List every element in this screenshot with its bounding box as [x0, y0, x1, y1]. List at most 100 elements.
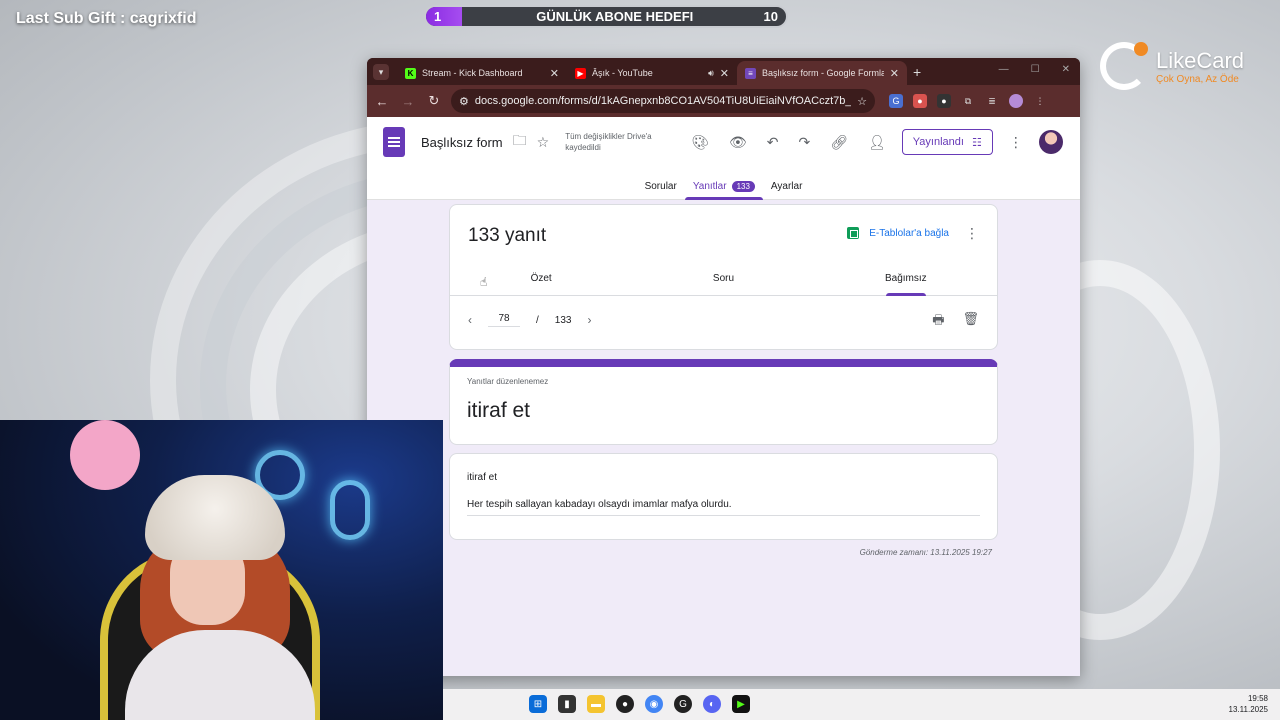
- extension-icon[interactable]: ●: [937, 94, 951, 108]
- close-icon[interactable]: ✕: [890, 67, 899, 80]
- sponsor-name: LikeCard: [1156, 47, 1245, 73]
- address-bar[interactable]: ⚙ docs.google.com/forms/d/1kAGnepxnb8CO1…: [451, 89, 875, 113]
- undo-icon[interactable]: ↶: [767, 134, 779, 151]
- sponsor-logo: LikeCard Çok Oyna, Az Öde: [1100, 42, 1244, 90]
- answer-text: Her tespih sallayan kabadayı olsaydı ima…: [467, 499, 980, 516]
- chrome-icon[interactable]: ◉: [645, 695, 663, 713]
- tab-settings[interactable]: Ayarlar: [763, 181, 811, 200]
- delete-icon[interactable]: 🗑︎: [962, 311, 979, 333]
- terminal-icon[interactable]: ▮: [558, 695, 576, 713]
- question-answer-card: itiraf et Her tespih sallayan kabadayı o…: [449, 453, 998, 540]
- star-icon[interactable]: ☆: [537, 134, 550, 151]
- tab-question[interactable]: Soru: [632, 267, 814, 295]
- bookmark-star-icon[interactable]: ☆: [857, 95, 867, 108]
- responses-count: 133 yanıt: [468, 225, 547, 246]
- pager-total: 133: [554, 314, 572, 326]
- publish-label: Yayınlandı: [912, 136, 964, 148]
- tab-responses[interactable]: Yanıtlar 133: [684, 181, 764, 200]
- forms-tabs: Sorular Yanıtlar 133 Ayarlar: [367, 167, 1080, 200]
- more-vert-icon[interactable]: ⋮: [965, 225, 979, 242]
- window-controls: — ☐ ✕: [999, 64, 1070, 75]
- user-avatar[interactable]: [1038, 130, 1063, 154]
- new-tab-icon[interactable]: +: [913, 64, 921, 80]
- github-icon[interactable]: G: [674, 695, 692, 713]
- tab-summary[interactable]: Özet: [450, 267, 632, 295]
- file-explorer-icon[interactable]: ▬: [587, 695, 605, 713]
- last-sub-gift-overlay: Last Sub Gift : cagrixfid: [16, 10, 197, 27]
- published-button[interactable]: Yayınlandı ☷: [901, 129, 993, 155]
- tab-title: Âşık - YouTube: [592, 68, 653, 78]
- redo-icon[interactable]: ↷: [798, 134, 810, 151]
- site-info-icon[interactable]: ⚙: [459, 95, 469, 108]
- forms-icon: ≡: [745, 67, 756, 79]
- likecard-icon: [1100, 42, 1148, 90]
- start-menu-icon[interactable]: ⊞: [529, 695, 547, 713]
- tab-search-icon[interactable]: ▾: [373, 64, 389, 80]
- sub-goal-bar: 1 GÜNLÜK ABONE HEDEFI 10: [424, 5, 788, 28]
- palette-icon[interactable]: 🎨︎: [691, 134, 709, 151]
- print-icon[interactable]: 🖶: [932, 311, 944, 333]
- forms-header: Başlıksız form 🗀 ☆ Tüm değişiklikler Dri…: [367, 117, 1080, 200]
- clock-time: 19:58: [1247, 694, 1268, 703]
- close-window-icon[interactable]: ✕: [1062, 64, 1070, 75]
- kick-icon: K: [405, 67, 416, 79]
- sub-goal-current: 1: [434, 9, 442, 24]
- translate-extension-icon[interactable]: G: [889, 94, 903, 108]
- tab-google-forms[interactable]: ≡ Başlıksız form - Google Formlar ✕: [737, 61, 907, 85]
- discord-icon[interactable]: ◐: [703, 695, 721, 713]
- profile-avatar[interactable]: [1009, 94, 1023, 108]
- response-view-tabs: Özet Soru Bağımsız: [450, 267, 997, 296]
- close-icon[interactable]: ✕: [720, 67, 729, 80]
- pager-separator: /: [536, 314, 539, 326]
- forward-arrow-icon[interactable]: →: [399, 94, 417, 109]
- extensions-bar: G ● ● ⧉ ≣ ⋮: [889, 94, 1047, 108]
- tab-questions[interactable]: Sorular: [637, 181, 685, 200]
- more-vert-icon[interactable]: ⋮: [1033, 94, 1047, 108]
- speaker-icon[interactable]: 🔊︎: [708, 68, 714, 79]
- tab-individual[interactable]: Bağımsız: [815, 267, 997, 295]
- forms-logo-icon[interactable]: [383, 127, 405, 157]
- back-arrow-icon[interactable]: ←: [373, 94, 391, 109]
- maximize-icon[interactable]: ☐: [1031, 64, 1040, 75]
- tab-title: Stream - Kick Dashboard: [422, 68, 523, 78]
- responses-summary-card: 133 yanıt E-Tablolar'a bağla ⋮ Özet Soru…: [449, 204, 998, 350]
- more-vert-icon[interactable]: ⋮: [1009, 134, 1023, 151]
- media-control-icon[interactable]: ≣: [985, 94, 999, 108]
- tab-title: Başlıksız form - Google Formlar: [762, 68, 884, 78]
- webcam-overlay: [0, 420, 443, 720]
- reload-icon[interactable]: ↻: [425, 93, 443, 109]
- sponsor-tagline: Çok Oyna, Az Öde: [1156, 73, 1239, 85]
- puzzle-icon[interactable]: ⧉: [961, 94, 975, 108]
- extension-icon[interactable]: ●: [913, 94, 927, 108]
- add-collaborator-icon[interactable]: 👤︎: [868, 134, 886, 151]
- link-to-sheets-button[interactable]: E-Tablolar'a bağla: [847, 227, 949, 239]
- app-icon[interactable]: ▶: [732, 695, 750, 713]
- forms-body: 133 yanıt E-Tablolar'a bağla ⋮ Özet Soru…: [367, 200, 1080, 676]
- browser-toolbar: ← → ↻ ⚙ docs.google.com/forms/d/1kAGnepx…: [367, 85, 1080, 117]
- form-title[interactable]: Başlıksız form: [421, 135, 503, 150]
- read-only-notice: Yanıtlar düzenlenemez: [467, 377, 549, 386]
- link-icon[interactable]: 🔗︎: [830, 134, 848, 151]
- preview-eye-icon[interactable]: 👁︎: [729, 134, 747, 151]
- response-index-input[interactable]: 78: [488, 313, 520, 327]
- question-title: itiraf et: [467, 472, 498, 483]
- chevron-left-icon[interactable]: ‹: [468, 313, 472, 327]
- hand-cursor-icon: ☝: [480, 275, 488, 289]
- tune-icon: ☷: [971, 136, 982, 149]
- close-icon[interactable]: ✕: [550, 67, 559, 80]
- folder-icon[interactable]: 🗀: [513, 130, 527, 154]
- responses-count-badge: 133: [731, 181, 755, 192]
- tab-strip: ▾ K Stream - Kick Dashboard ✕ ▶ Âşık - Y…: [367, 58, 1080, 85]
- chevron-right-icon[interactable]: ›: [587, 313, 591, 327]
- tab-label: Ayarlar: [770, 181, 803, 192]
- youtube-icon: ▶: [575, 67, 586, 79]
- tab-youtube[interactable]: ▶ Âşık - YouTube 🔊︎ ✕: [567, 61, 737, 85]
- response-pager: ‹ 78 / 133 ›: [468, 313, 591, 327]
- tab-kick-dashboard[interactable]: K Stream - Kick Dashboard ✕: [397, 61, 567, 85]
- taskbar-clock: 19:58 13.11.2025: [1229, 693, 1268, 715]
- plush-toy: [70, 420, 140, 490]
- form-title-card: Yanıtlar düzenlenemez itiraf et: [449, 359, 998, 445]
- obs-icon[interactable]: ●: [616, 695, 634, 713]
- url-text: docs.google.com/forms/d/1kAGnepxnb8CO1AV…: [474, 95, 852, 107]
- minimize-icon[interactable]: —: [999, 64, 1009, 75]
